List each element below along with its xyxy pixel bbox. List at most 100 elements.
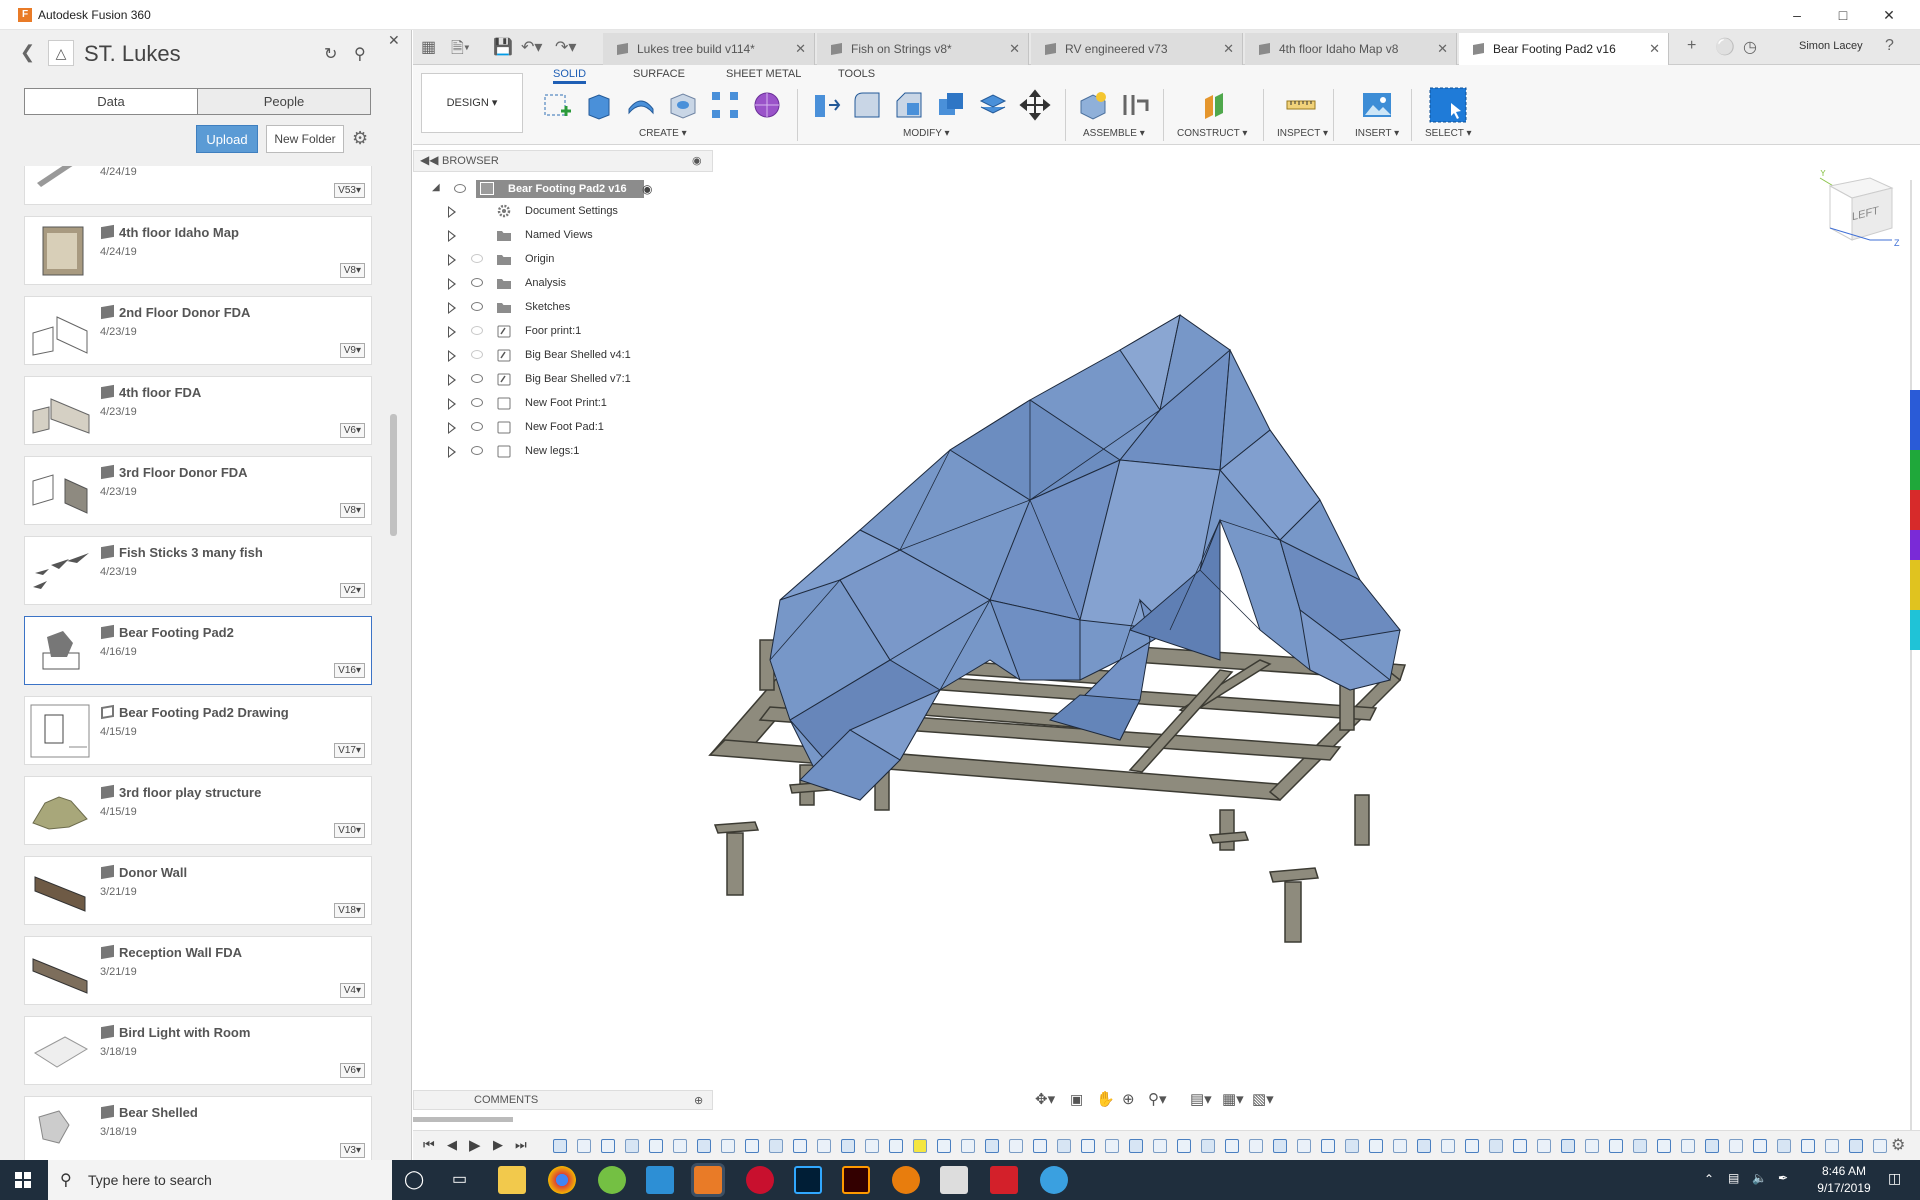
list-item[interactable]: 4th floor Idaho Map 4/24/19 V8▾ [24,216,372,285]
list-item[interactable]: Bear Shelled 3/18/19 V3▾ [24,1096,372,1160]
expand-icon[interactable] [448,446,456,458]
bear-model-3d[interactable] [700,300,1500,950]
collapse-root-icon[interactable]: ◢ [432,182,440,193]
timeline-feature-icon[interactable] [1417,1139,1431,1153]
collapse-browser-icon[interactable]: ◀◀ [420,153,438,167]
browser-node[interactable]: Sketches [440,298,680,320]
select-menu[interactable]: SELECT ▾ [1425,128,1472,139]
hub-icon[interactable]: △ [48,40,74,66]
timeline-feature-icon[interactable] [1249,1139,1263,1153]
tab-surface[interactable]: SURFACE [633,68,685,80]
timeline-feature-icon[interactable] [937,1139,951,1153]
timeline-feature-icon[interactable] [1657,1139,1671,1153]
revolve-icon[interactable] [625,89,657,121]
timeline-feature-icon[interactable] [553,1139,567,1153]
fillet-icon[interactable] [851,89,883,121]
clock-time[interactable]: 8:46 AM [1806,1164,1882,1178]
browser-node[interactable]: Named Views [440,226,680,248]
timeline-feature-icon[interactable] [841,1139,855,1153]
new-tab-icon[interactable]: + [1687,37,1696,55]
expand-icon[interactable] [448,374,456,386]
timeline-feature-icon[interactable] [1489,1139,1503,1153]
visibility-eye-icon[interactable] [471,446,483,455]
expand-icon[interactable] [448,350,456,362]
timeline-feature-icon[interactable] [1369,1139,1383,1153]
new-component-icon[interactable] [1077,89,1109,121]
tab-tools[interactable]: TOOLS [838,68,875,80]
gear-icon[interactable]: ⚙ [352,128,368,149]
list-item[interactable]: Reception Wall FDA 3/21/19 V4▾ [24,936,372,1005]
maximize-icon[interactable]: □ [1820,4,1866,26]
app-icon[interactable] [940,1166,968,1194]
browser-panel-header[interactable]: ◀◀ BROWSER ◉ [413,150,713,172]
timeline-feature-icon[interactable] [577,1139,591,1153]
browser-node[interactable]: Big Bear Shelled v7:1 [440,370,680,392]
undo-icon[interactable]: ↶▾ [521,37,542,57]
browser-pin-icon[interactable]: ◉ [692,154,702,167]
chrome-icon[interactable] [548,1166,576,1194]
expand-icon[interactable] [448,422,456,434]
list-item[interactable]: 3rd floor play structure 4/15/19 V10▾ [24,776,372,845]
new-folder-button[interactable]: New Folder [266,125,344,153]
browser-node[interactable]: New Foot Print:1 [440,394,680,416]
close-window-icon[interactable]: ✕ [1866,4,1912,26]
version-badge[interactable]: V6▾ [339,423,365,438]
tab-4th-floor-idaho-map[interactable]: 4th floor Idaho Map v8 ✕ [1245,33,1457,65]
redo-icon[interactable]: ↷▾ [555,37,576,57]
version-badge[interactable]: V6▾ [339,1063,365,1078]
windows-start-icon[interactable] [0,1160,46,1200]
version-badge[interactable]: V53▾ [334,183,365,198]
timeline-features[interactable] [553,1139,1893,1155]
insert-menu[interactable]: INSERT ▾ [1355,128,1399,139]
comments-panel[interactable]: COMMENTS ⊕ [413,1090,713,1110]
timeline-feature-icon[interactable] [1681,1139,1695,1153]
go-to-start-icon[interactable]: ⏮ [423,1137,435,1153]
version-badge[interactable]: V18▾ [334,903,365,918]
list-item[interactable]: 2nd Floor Donor FDA 4/23/19 V9▾ [24,296,372,365]
timeline-feature-icon[interactable] [1873,1139,1887,1153]
viewports-icon[interactable]: ▧▾ [1252,1090,1274,1108]
chamfer-icon[interactable] [893,89,925,121]
timeline-feature-icon[interactable] [1177,1139,1191,1153]
job-status-icon[interactable]: ⚪ [1715,37,1735,57]
timeline-feature-icon[interactable] [1273,1139,1287,1153]
timeline-feature-icon[interactable] [1537,1139,1551,1153]
expand-icon[interactable] [448,230,456,242]
tab-solid[interactable]: SOLID [553,68,587,84]
network-icon[interactable]: ▤ [1728,1171,1739,1185]
list-item[interactable]: Bear Footing Pad2 4/16/19 V16▾ [24,616,372,685]
timeline-feature-icon[interactable] [1105,1139,1119,1153]
browser-node[interactable]: New Foot Pad:1 [440,418,680,440]
measure-icon[interactable] [1285,89,1317,121]
create-menu[interactable]: CREATE ▾ [639,128,687,139]
timeline-feature-icon[interactable] [1849,1139,1863,1153]
assemble-menu[interactable]: ASSEMBLE ▾ [1083,128,1145,139]
expand-icon[interactable] [448,206,456,218]
timeline-feature-icon[interactable] [601,1139,615,1153]
grid-menu-icon[interactable]: ▦ [421,37,436,57]
version-badge[interactable]: V8▾ [339,503,365,518]
browser-node[interactable]: Origin [440,250,680,272]
timeline-feature-icon[interactable] [1225,1139,1239,1153]
back-icon[interactable]: ❮ [20,42,35,63]
browser-node[interactable]: New legs:1 [440,442,680,464]
tab-lukes-tree-build[interactable]: Lukes tree build v114* ✕ [603,33,815,65]
visibility-eye-icon[interactable] [471,302,483,311]
file-menu-icon[interactable]: 🗎▾ [451,37,470,64]
acrobat-icon[interactable] [990,1166,1018,1194]
data-panel-scrollbar[interactable] [390,414,397,536]
version-badge[interactable]: V10▾ [334,823,365,838]
visibility-eye-icon[interactable] [471,326,483,335]
notification-center-icon[interactable]: ◫ [1888,1170,1901,1187]
browser-node[interactable]: Big Bear Shelled v4:1 [440,346,680,368]
visibility-eye-icon[interactable] [454,184,466,193]
extrude-icon[interactable] [583,89,615,121]
visibility-eye-icon[interactable] [471,278,483,287]
list-item[interactable]: 4/24/19 V53▾ [24,166,372,205]
timeline-feature-icon[interactable] [1345,1139,1359,1153]
timeline-feature-icon[interactable] [721,1139,735,1153]
offset-plane-icon[interactable] [1199,89,1231,121]
close-tab-icon[interactable]: ✕ [1437,33,1448,65]
volume-icon[interactable]: 🔈 [1752,1171,1767,1185]
timeline-feature-icon[interactable] [1393,1139,1407,1153]
